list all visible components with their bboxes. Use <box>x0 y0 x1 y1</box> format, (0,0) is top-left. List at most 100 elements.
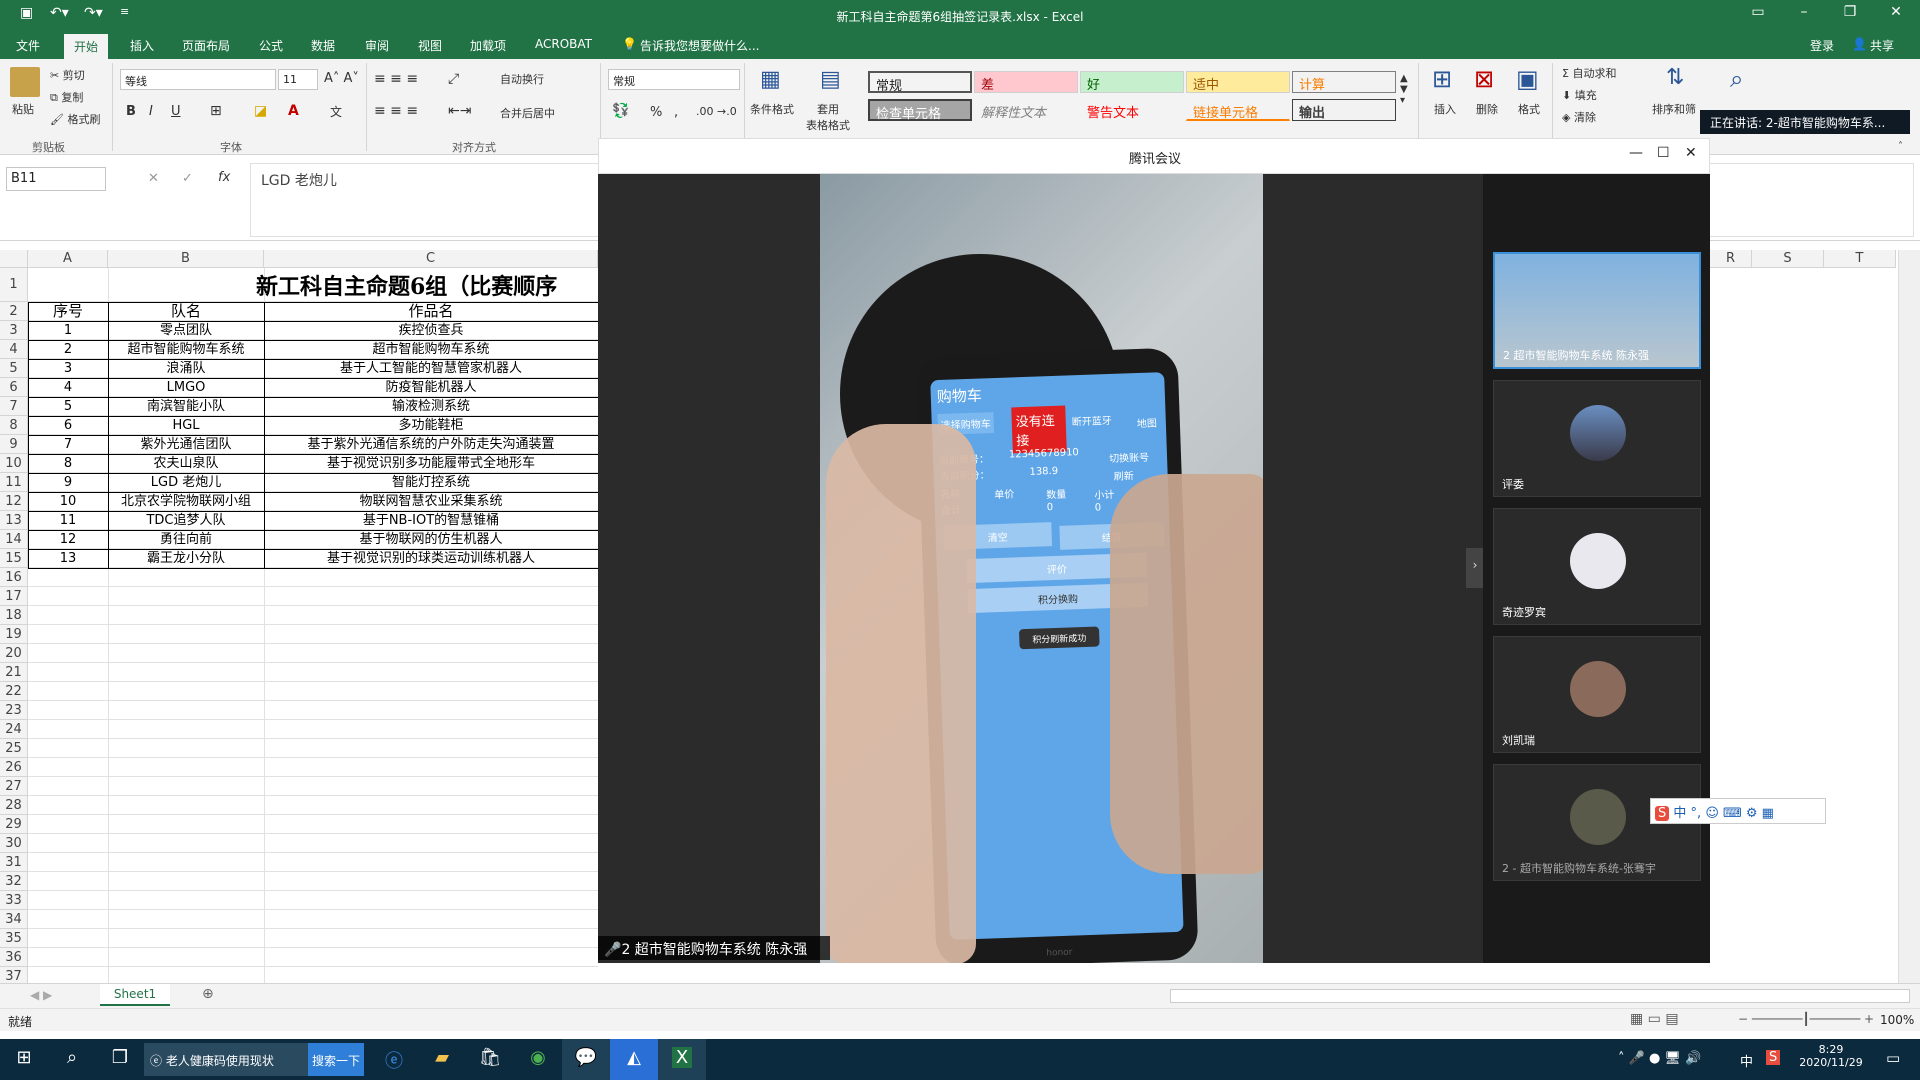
table-header-cell[interactable]: 队名 <box>108 302 264 321</box>
minimize-button[interactable]: – <box>1781 4 1827 26</box>
edge-icon[interactable]: ⓔ <box>370 1039 418 1080</box>
fill-button[interactable]: ⬇ 填充 <box>1562 87 1597 103</box>
vertical-scrollbar[interactable] <box>1898 250 1920 983</box>
table-cell[interactable]: 防疫智能机器人 <box>264 378 598 397</box>
row-header-9[interactable]: 9 <box>0 435 28 454</box>
row-header-13[interactable]: 13 <box>0 511 28 530</box>
row-header-31[interactable]: 31 <box>0 853 28 872</box>
bold-button[interactable]: B <box>126 104 136 119</box>
style-output[interactable]: 输出 <box>1292 99 1396 121</box>
table-cell[interactable]: 基于视觉识别多功能履带式全地形车 <box>264 454 598 473</box>
row-header-21[interactable]: 21 <box>0 663 28 682</box>
task-view-icon[interactable]: ❐ <box>96 1039 144 1080</box>
login-link[interactable]: 登录 <box>1810 37 1834 54</box>
tray-icons[interactable]: ˄ 🎤 ● 🖥 🔊 <box>1618 1051 1701 1066</box>
meeting-minimize-button[interactable]: — <box>1629 145 1643 161</box>
browser-360-icon[interactable]: ◉ <box>514 1039 562 1080</box>
column-header-r[interactable]: R <box>1710 250 1752 268</box>
row-header-8[interactable]: 8 <box>0 416 28 435</box>
insert-cells-button[interactable]: 插入 <box>1434 101 1456 117</box>
tab-insert[interactable]: 插入 <box>130 37 154 54</box>
row-header-35[interactable]: 35 <box>0 929 28 948</box>
table-cell[interactable]: 9 <box>28 473 108 492</box>
tab-acrobat[interactable]: ACROBAT <box>535 37 592 51</box>
comma-button[interactable]: , <box>674 105 678 120</box>
paste-icon[interactable] <box>10 67 40 97</box>
wechat-icon[interactable]: 💬 <box>562 1039 610 1080</box>
row-header-32[interactable]: 32 <box>0 872 28 891</box>
italic-button[interactable]: I <box>149 104 153 119</box>
tab-home[interactable]: 开始 <box>64 34 109 59</box>
format-cells-button[interactable]: 格式 <box>1518 101 1540 117</box>
style-good[interactable]: 好 <box>1080 71 1184 93</box>
row-header-17[interactable]: 17 <box>0 587 28 606</box>
column-header-a[interactable]: A <box>28 250 108 268</box>
cut-button[interactable]: ✂ 剪切 <box>50 67 85 83</box>
tab-page-layout[interactable]: 页面布局 <box>182 37 230 54</box>
row-header-16[interactable]: 16 <box>0 568 28 587</box>
meeting-maximize-button[interactable]: ☐ <box>1657 145 1670 161</box>
row-header-5[interactable]: 5 <box>0 359 28 378</box>
table-cell[interactable]: 10 <box>28 492 108 511</box>
add-sheet-icon[interactable]: ⊕ <box>202 986 214 1002</box>
grow-font-icon[interactable]: A˄ A˅ <box>324 71 359 86</box>
excel-icon[interactable]: X <box>658 1039 706 1080</box>
cancel-icon[interactable]: ✕ <box>148 171 159 186</box>
notification-icon[interactable]: ▭ <box>1886 1049 1900 1067</box>
table-cell[interactable]: HGL <box>108 416 264 435</box>
table-cell[interactable]: 基于视觉识别的球类运动训练机器人 <box>264 549 598 568</box>
horizontal-scrollbar[interactable] <box>1170 989 1910 1003</box>
style-neutral[interactable]: 适中 <box>1186 71 1290 93</box>
table-cell[interactable]: 农夫山泉队 <box>108 454 264 473</box>
table-cell[interactable]: LMGO <box>108 378 264 397</box>
row-header-4[interactable]: 4 <box>0 340 28 359</box>
table-cell[interactable]: 基于紫外光通信系统的户外防走失沟通装置 <box>264 435 598 454</box>
font-color-icon[interactable]: A <box>288 103 299 119</box>
copy-button[interactable]: ⧉ 复制 <box>50 89 83 105</box>
enter-icon[interactable]: ✓ <box>182 171 193 186</box>
paste-button[interactable]: 粘贴 <box>12 101 34 117</box>
ime-toolbar[interactable]: S 中 °, ☺ ⌨ ⚙ ▦ <box>1650 798 1826 824</box>
insert-cells-icon[interactable]: ⊞ <box>1432 65 1452 93</box>
table-cell[interactable]: 霸王龙小分队 <box>108 549 264 568</box>
row-header-14[interactable]: 14 <box>0 530 28 549</box>
style-calculation[interactable]: 计算 <box>1292 71 1396 93</box>
row-header-30[interactable]: 30 <box>0 834 28 853</box>
font-size-select[interactable]: 11 <box>278 69 318 90</box>
participant-tile-4[interactable]: 刘凯瑞 <box>1493 636 1701 753</box>
row-header-26[interactable]: 26 <box>0 758 28 777</box>
merge-center-button[interactable]: 合并后居中 <box>500 105 555 121</box>
participant-tile-1[interactable]: 2 超市智能购物车系统 陈永强 <box>1493 252 1701 369</box>
format-painter-button[interactable]: 🖌 格式刷 <box>50 111 100 127</box>
table-cell[interactable]: TDC追梦人队 <box>108 511 264 530</box>
prev-sheet-icon[interactable]: ◀ ▶ <box>30 988 52 1002</box>
conditional-format-icon[interactable]: ▦ <box>760 67 781 92</box>
table-cell[interactable]: LGD 老炮儿 <box>108 473 264 492</box>
table-cell[interactable]: 超市智能购物车系统 <box>264 340 598 359</box>
row-header-34[interactable]: 34 <box>0 910 28 929</box>
format-cells-icon[interactable]: ▣ <box>1516 65 1539 93</box>
table-cell[interactable]: 13 <box>28 549 108 568</box>
row-header-19[interactable]: 19 <box>0 625 28 644</box>
table-cell[interactable]: 多功能鞋柜 <box>264 416 598 435</box>
row-header-3[interactable]: 3 <box>0 321 28 340</box>
table-cell[interactable]: 疾控侦查兵 <box>264 321 598 340</box>
search-icon[interactable]: ⌕ <box>48 1039 96 1080</box>
table-cell[interactable]: 7 <box>28 435 108 454</box>
table-cell[interactable]: 勇往向前 <box>108 530 264 549</box>
row-header-12[interactable]: 12 <box>0 492 28 511</box>
clock[interactable]: 8:29 2020/11/29 <box>1786 1043 1876 1069</box>
row-header-27[interactable]: 27 <box>0 777 28 796</box>
tab-formulas[interactable]: 公式 <box>259 37 283 54</box>
style-normal[interactable]: 常规 <box>868 71 972 94</box>
row-header-20[interactable]: 20 <box>0 644 28 663</box>
row-header-10[interactable]: 10 <box>0 454 28 473</box>
search-button[interactable]: 搜索一下 <box>308 1043 364 1076</box>
table-format-icon[interactable]: ▤ <box>820 67 841 92</box>
row-header-28[interactable]: 28 <box>0 796 28 815</box>
font-name-select[interactable]: 等线 <box>120 69 276 90</box>
column-header-c[interactable]: C <box>264 250 598 268</box>
table-cell[interactable]: 11 <box>28 511 108 530</box>
tencent-meeting-icon[interactable]: ◭ <box>610 1039 658 1080</box>
table-cell[interactable]: 5 <box>28 397 108 416</box>
